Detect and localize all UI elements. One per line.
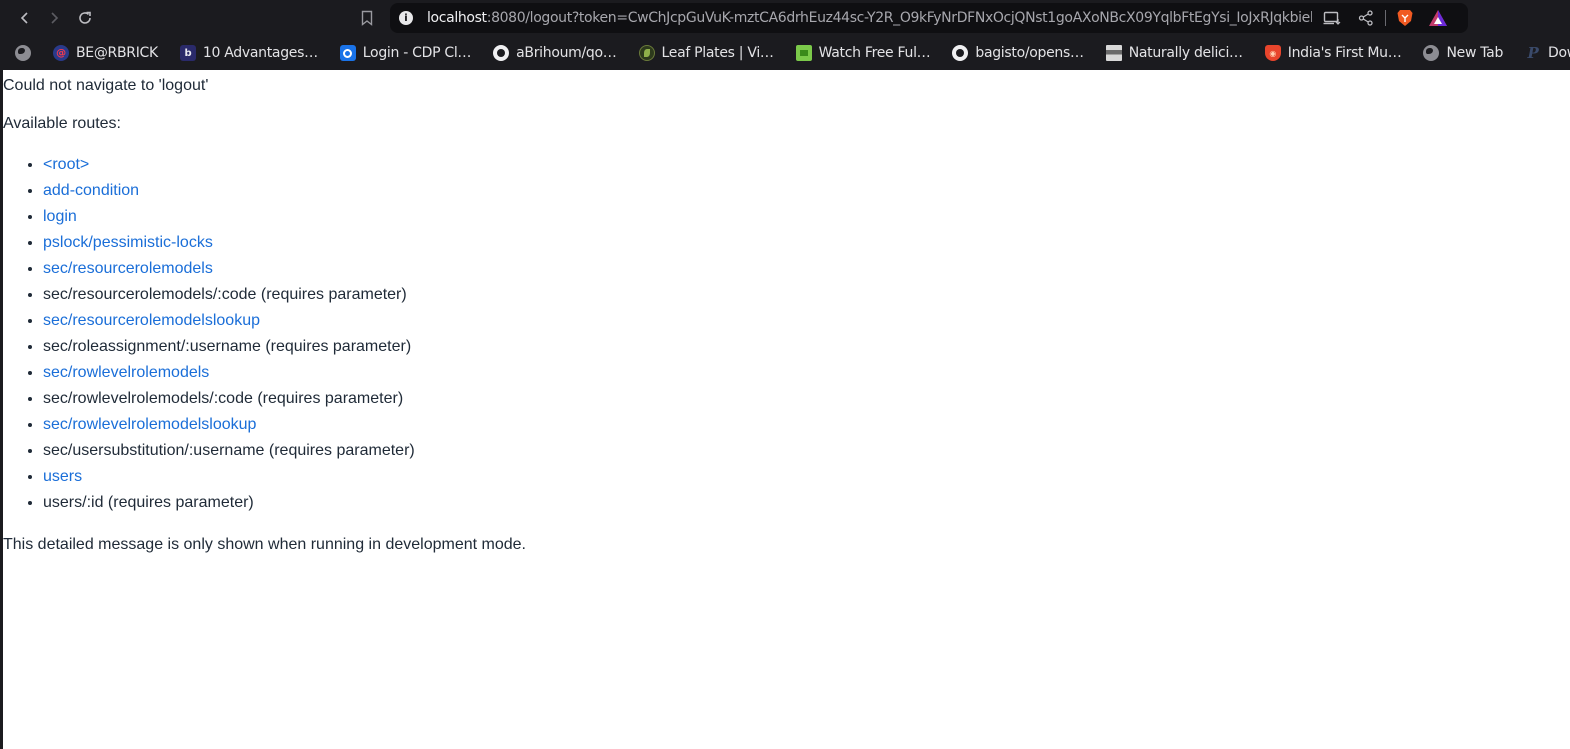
bookmark-label: Leaf Plates | Vi… [661,45,774,61]
address-bar-actions [1321,3,1468,33]
circle-logo-icon [339,45,356,61]
bookmark-item[interactable]: ◉ India's First Mu… [1257,40,1410,66]
reload-icon [79,11,91,24]
url-text[interactable]: localhost:8080/logout?token=CwChJcpGuVuK… [427,10,1312,26]
brave-shields-button[interactable] [1396,8,1414,28]
back-button[interactable] [13,6,37,30]
share-icon [1358,10,1373,26]
bookmark-label: BE@RBRICK [76,45,158,61]
bookmark-item[interactable]: New Tab [1415,40,1511,66]
bookmarks-bar: @ BE@RBRICK b 10 Advantages… Login - CDP… [0,36,1570,70]
url-host: localhost [427,10,487,26]
route-link[interactable]: add-condition [43,182,139,199]
bookmark-item[interactable]: Leaf Plates | Vi… [631,40,782,66]
share-button[interactable] [1355,7,1377,29]
bearbrick-icon: @ [53,45,69,61]
github-icon [952,45,969,61]
bookmark-item[interactable]: Login - CDP Cl… [332,40,479,66]
route-item: users [43,464,415,490]
brave-rewards-button[interactable] [1428,9,1448,27]
route-text: sec/roleassignment/:username (requires p… [43,338,412,355]
route-text: sec/resourcerolemodels/:code (requires p… [43,286,407,303]
route-link[interactable]: pslock/pessimistic-locks [43,234,213,251]
route-link[interactable]: <root> [43,156,89,173]
route-item: users/:id (requires parameter) [43,490,415,516]
chevron-right-icon [51,12,59,24]
page-viewport: Could not navigate to 'logout' Available… [0,70,1570,749]
reload-button[interactable] [73,6,97,30]
chevron-left-icon [20,12,28,24]
bookmark-label: Naturally delici… [1128,45,1243,61]
route-text: users/:id (requires parameter) [43,494,254,511]
dev-mode-note: This detailed message is only shown when… [3,536,526,553]
brave-shields-icon [1397,10,1413,26]
brave-rewards-icon [1429,10,1447,26]
bookmark-label: bagisto/opens… [975,45,1084,61]
route-item: <root> [43,152,415,178]
bookmark-label: Watch Free Ful… [818,45,931,61]
shield-logo-icon: ◉ [1264,45,1281,61]
bookmark-item[interactable]: b 10 Advantages… [172,40,326,66]
route-link[interactable]: sec/rowlevelrolemodels [43,364,209,381]
route-item: sec/rowlevelrolemodels [43,360,415,386]
route-item: sec/usersubstitution/:username (requires… [43,438,415,464]
route-link[interactable]: sec/resourcerolemodels [43,260,213,277]
route-item: sec/resourcerolemodelslookup [43,308,415,334]
install-app-icon [1323,11,1341,25]
route-item: sec/resourcerolemodels/:code (requires p… [43,282,415,308]
route-item: sec/roleassignment/:username (requires p… [43,334,415,360]
browser-toolbar: i localhost:8080/logout?token=CwChJcpGuV… [0,0,1570,36]
bookmark-page-button[interactable] [357,8,377,28]
route-link[interactable]: sec/rowlevelrolemodelslookup [43,416,256,433]
food-thumbnail-icon [1105,45,1122,61]
globe-icon [1423,45,1440,61]
route-link[interactable]: users [43,468,82,485]
bookmark-item[interactable]: Watch Free Ful… [788,40,939,66]
toolbar-divider [1385,10,1386,26]
p-logo-icon: P [1527,44,1539,62]
bookmark-item[interactable] [0,40,39,66]
video-camera-icon [795,45,812,61]
forward-button[interactable] [42,6,66,30]
error-message: Could not navigate to 'logout' [3,77,209,94]
route-item: sec/resourcerolemodels [43,256,415,282]
bookmark-item[interactable]: Naturally delici… [1098,40,1251,66]
bookmark-label: Login - CDP Cl… [362,45,472,61]
b-logo-icon: b [179,45,196,61]
page-content: Could not navigate to 'logout' Available… [3,70,1570,749]
bookmark-icon [361,10,373,26]
bookmark-item[interactable]: P Downlo [1517,40,1570,66]
route-item: sec/rowlevelrolemodels/:code (requires p… [43,386,415,412]
route-item: add-condition [43,178,415,204]
bookmark-label: 10 Advantages… [202,45,318,61]
bookmark-item[interactable]: @ BE@RBRICK [45,40,166,66]
route-link[interactable]: sec/resourcerolemodelslookup [43,312,260,329]
bookmark-label: Downlo [1548,45,1570,61]
routes-list: <root> add-condition login pslock/pessimist… [43,152,415,516]
github-icon [493,45,510,61]
globe-icon [15,45,31,61]
routes-heading: Available routes: [3,115,121,132]
address-bar[interactable]: i localhost:8080/logout?token=CwChJcpGuV… [390,3,1468,33]
route-item: login [43,204,415,230]
route-item: pslock/pessimistic-locks [43,230,415,256]
route-text: sec/rowlevelrolemodels/:code (requires p… [43,390,404,407]
leaf-icon [638,45,655,61]
install-app-button[interactable] [1321,7,1343,29]
route-text: sec/usersubstitution/:username (requires… [43,442,415,459]
url-path: :8080/logout?token=CwChJcpGuVuK-mztCA6dr… [486,10,1312,26]
route-item: sec/rowlevelrolemodelslookup [43,412,415,438]
bookmark-item[interactable]: bagisto/opens… [944,40,1091,66]
bookmark-item[interactable]: aBrihoum/qo… [485,40,624,66]
bookmark-label: India's First Mu… [1287,45,1402,61]
route-link[interactable]: login [43,208,77,225]
bookmark-label: aBrihoum/qo… [516,45,617,61]
bookmark-label: New Tab [1446,45,1504,61]
site-info-icon[interactable]: i [399,11,413,25]
